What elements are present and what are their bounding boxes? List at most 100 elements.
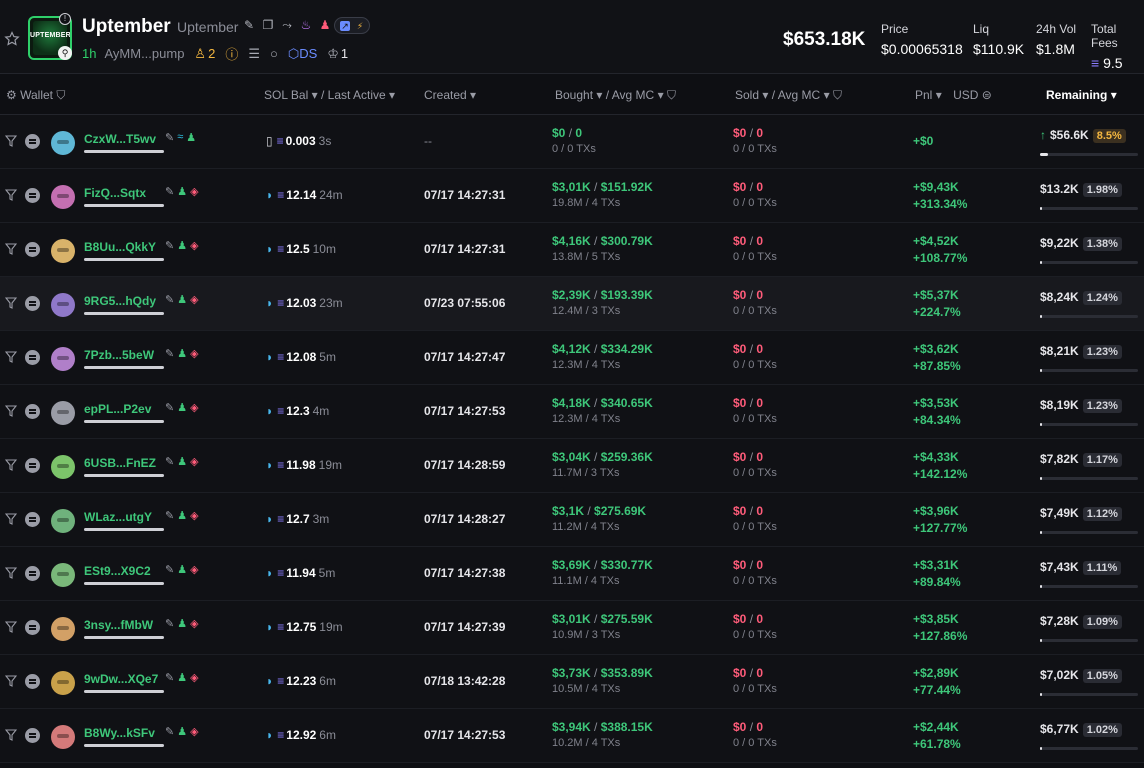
user-add-icon[interactable]: ♟ [177,239,187,252]
filter-icon[interactable]: ⛉ [667,88,676,102]
users-icon[interactable]: ♟ [318,18,332,32]
col-wallet[interactable]: ⚙ Wallet ⛉ [6,88,65,103]
user-add-icon[interactable]: ♟ [177,185,187,198]
menu-icon[interactable] [25,728,40,743]
user-add-icon[interactable]: ♟ [177,617,187,630]
table-row[interactable]: 6USB...FnEZ ✎ ♟ ◈ ◗ ≡ 11.98 19m 07/17 14:28… [0,439,1144,493]
stack-icon[interactable]: ◈ [190,455,198,468]
copy-icon[interactable]: ❐ [261,18,275,32]
info-icon[interactable]: ! [59,13,71,25]
menu-icon[interactable] [25,242,40,257]
menu-icon[interactable] [25,512,40,527]
menu-icon[interactable] [25,674,40,689]
edit-icon[interactable]: ✎ [242,18,256,32]
col-usd-label[interactable]: USD [953,88,978,102]
menu-icon[interactable] [25,458,40,473]
list-icon[interactable]: ☰ [248,46,260,62]
table-row[interactable]: FizQ...Sqtx ✎ ♟ ◈ ◗ ≡ 12.14 24m 07/17 14:27… [0,169,1144,223]
wallet-address[interactable]: B8Wy...kSFv [84,726,155,740]
menu-icon[interactable] [25,188,40,203]
edit-icon[interactable]: ✎ [165,725,174,738]
user-add-icon[interactable]: ♟ [177,401,187,414]
share-icon[interactable]: ⤳ [280,18,294,32]
edit-icon[interactable]: ✎ [165,509,174,522]
stack-icon[interactable]: ◈ [190,239,198,252]
filter-icon[interactable] [5,350,17,364]
crown-icon[interactable]: ♔ [327,46,339,62]
badge-pill[interactable]: ↗ ⚡ [334,17,370,34]
wallet-address[interactable]: ESt9...X9C2 [84,564,151,578]
table-row[interactable]: CzxW...T5wv ✎ ≈ ♟ ▯ ≡ 0.003 3s -- $0 / 0 0 … [0,115,1144,169]
menu-icon[interactable] [25,134,40,149]
wallet-address[interactable]: 3nsy...fMbW [84,618,153,632]
table-row[interactable]: WLaz...utgY ✎ ♟ ◈ ◗ ≡ 12.7 3m 07/17 14:28:2… [0,493,1144,547]
wallet-address[interactable]: 9wDw...XQe7 [84,672,158,686]
table-row[interactable]: 9RG5...hQdy ✎ ♟ ◈ ◗ ≡ 12.03 23m 07/23 07:55… [0,277,1144,331]
edit-icon[interactable]: ✎ [165,455,174,468]
filter-icon[interactable] [5,134,17,148]
user-add-icon[interactable]: ♟ [177,671,187,684]
filter-icon[interactable] [5,512,17,526]
col-pnl[interactable]: Pnl ▾ USD ⊜ [915,88,992,102]
edit-icon[interactable]: ✎ [165,617,174,630]
table-row[interactable]: 3nsy...fMbW ✎ ♟ ◈ ◗ ≡ 12.75 19m 07/17 14:27… [0,601,1144,655]
user-add-icon[interactable]: ♟ [177,347,187,360]
wallet-address[interactable]: 9RG5...hQdy [84,294,156,308]
edit-icon[interactable]: ✎ [165,563,174,576]
filter-icon[interactable] [5,620,17,634]
edit-icon[interactable]: ✎ [165,401,174,414]
currency-toggle-icon[interactable]: ⊜ [982,88,992,102]
filter-icon[interactable] [5,728,17,742]
wallet-address[interactable]: epPL...P2ev [84,402,151,416]
filter-icon[interactable] [5,188,17,202]
filter-icon[interactable] [5,242,17,256]
warning-icon[interactable]: ⓘ [225,44,238,63]
filter-icon[interactable] [5,458,17,472]
dexscreener-icon[interactable]: ⬡ [288,46,299,62]
stack-icon[interactable]: ◈ [190,401,198,414]
filter-icon[interactable] [5,674,17,688]
token-address[interactable]: AyMM...pump [104,46,184,61]
star-icon[interactable] [4,31,20,47]
menu-icon[interactable] [25,404,40,419]
holders-icon[interactable]: ♙ [194,46,206,62]
edit-icon[interactable]: ✎ [165,239,174,252]
stack-icon[interactable]: ◈ [190,671,198,684]
menu-icon[interactable] [25,350,40,365]
stack-icon[interactable]: ◈ [190,347,198,360]
wallet-address[interactable]: 6USB...FnEZ [84,456,156,470]
wallet-address[interactable]: B8Uu...QkkY [84,240,156,254]
table-row[interactable]: B8Uu...QkkY ✎ ♟ ◈ ◗ ≡ 12.5 10m 07/17 14:27:… [0,223,1144,277]
ds-label[interactable]: DS [299,46,317,61]
user-add-icon[interactable]: ♟ [177,509,187,522]
col-sol-bal[interactable]: SOL Bal ▾ / Last Active ▾ [264,88,395,102]
user-add-icon[interactable]: ♟ [177,293,187,306]
table-row[interactable]: ESt9...X9C2 ✎ ♟ ◈ ◗ ≡ 11.94 5m 07/17 14:27:… [0,547,1144,601]
wallet-address[interactable]: WLaz...utgY [84,510,152,524]
filter-icon[interactable] [5,296,17,310]
table-row[interactable]: B8Wy...kSFv ✎ ♟ ◈ ◗ ≡ 12.92 6m 07/17 14:27:… [0,709,1144,763]
filter-icon[interactable] [5,566,17,580]
col-remaining[interactable]: Remaining ▾ [1046,88,1117,102]
col-bought[interactable]: Bought ▾ / Avg MC ▾ ⛉ [555,88,676,103]
menu-icon[interactable] [25,620,40,635]
user-add-icon[interactable]: ♟ [186,131,196,144]
edit-icon[interactable]: ✎ [165,185,174,198]
edit-icon[interactable]: ✎ [165,347,174,360]
table-row[interactable]: 7Pzb...5beW ✎ ♟ ◈ ◗ ≡ 12.08 5m 07/17 14:27:… [0,331,1144,385]
col-created[interactable]: Created ▾ [424,88,476,102]
user-add-icon[interactable]: ♟ [177,563,187,576]
filter-icon[interactable]: ⛉ [56,88,65,102]
menu-icon[interactable] [25,566,40,581]
stack-icon[interactable]: ◈ [190,725,198,738]
filter-icon[interactable] [5,404,17,418]
filter-icon[interactable]: ⛉ [833,88,842,102]
search-icon[interactable]: ○ [270,46,278,61]
edit-icon[interactable]: ✎ [165,671,174,684]
edit-icon[interactable]: ✎ [165,131,174,144]
user-add-icon[interactable]: ♟ [177,455,187,468]
user-add-icon[interactable]: ♟ [177,725,187,738]
stack-icon[interactable]: ◈ [190,509,198,522]
edit-icon[interactable]: ✎ [165,293,174,306]
stack-icon[interactable]: ◈ [190,563,198,576]
